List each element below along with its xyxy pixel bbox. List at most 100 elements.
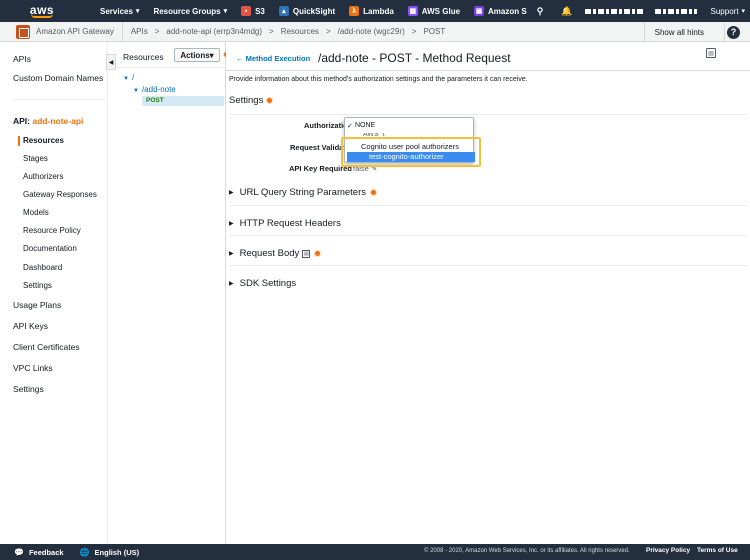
sidebar: APIs Custom Domain Names API: add-note-a… <box>0 42 108 544</box>
resources-panel: Resources Actions ▾ ▼ / ▼/add-note POST <box>116 42 230 544</box>
resource-groups-menu[interactable]: Resource Groups ▾ <box>153 7 227 16</box>
section-request-body[interactable]: ▶ Request Body ▤ <box>229 248 322 259</box>
hint-icon <box>369 189 377 196</box>
chevron-down-icon: ▾ <box>209 50 214 60</box>
language-label: English (US) <box>94 547 140 557</box>
section-url-query-string[interactable]: ▶ URL Query String Parameters <box>229 187 377 198</box>
lambda-icon: λ <box>349 6 360 16</box>
divider <box>229 265 747 266</box>
expand-icon: ▼ <box>123 76 129 82</box>
sidebar-item-dashboard[interactable]: Dashboard <box>23 263 62 272</box>
actions-label: Actions <box>180 50 210 60</box>
quicksight-icon: ▴ <box>278 6 289 16</box>
tree-post-method[interactable]: POST <box>142 96 224 106</box>
breadcrumb-resources[interactable]: Resources <box>281 27 319 36</box>
sidebar-item-stages[interactable]: Stages <box>23 154 48 163</box>
page-title: /add-note - POST - Method Request <box>318 51 511 65</box>
section-sdk-settings-label: SDK Settings <box>239 278 297 289</box>
section-request-body-label: Request Body <box>239 248 300 259</box>
tree-root[interactable]: ▼ / <box>123 73 134 82</box>
actions-button[interactable]: Actions ▾ <box>174 48 220 62</box>
section-sdk-settings[interactable]: ▶ SDK Settings <box>229 278 296 289</box>
pin-icon[interactable]: ⚲ <box>537 6 544 17</box>
shortcut-glue[interactable]: ▦ AWS Glue <box>407 6 460 16</box>
sidebar-item-apis[interactable]: APIs <box>13 54 31 64</box>
breadcrumb-api[interactable]: add-note-api (errp3n4mdg) <box>166 27 262 36</box>
request-validator-label: Request Validat <box>290 143 346 152</box>
expand-icon: ▼ <box>133 88 139 94</box>
method-execution-link[interactable]: ← Method Execution <box>236 54 310 63</box>
language-selector[interactable]: 🌐 English (US) <box>80 548 140 557</box>
aws-logo[interactable]: aws <box>22 0 62 22</box>
breadcrumb-apis[interactable]: APIs <box>131 27 148 36</box>
support-menu[interactable]: Support ▾ <box>711 7 746 16</box>
hint-icon[interactable] <box>265 96 273 104</box>
question-icon: ? <box>727 25 740 39</box>
show-all-hints-button[interactable]: Show all hints <box>643 22 714 42</box>
book-icon[interactable]: ▤ <box>706 48 716 58</box>
section-http-request-headers[interactable]: ▶ HTTP Request Headers <box>229 218 341 229</box>
help-button[interactable]: ? <box>724 23 742 41</box>
resources-header: Resources Actions ▾ <box>116 42 230 68</box>
dropdown-option-none-label: NONE <box>355 122 376 129</box>
divider <box>229 114 747 115</box>
sidebar-item-usage-plans[interactable]: Usage Plans <box>13 300 61 310</box>
main-content: ← Method Execution /add-note - POST - Me… <box>226 42 750 544</box>
resource-groups-label: Resource Groups <box>153 6 221 16</box>
method-execution-label: Method Execution <box>245 54 311 63</box>
shortcut-amazon-s[interactable]: ▣ Amazon S <box>474 6 527 16</box>
dropdown-option-none[interactable]: ✓ NONE <box>347 122 376 130</box>
bell-icon[interactable]: 🔔 <box>561 6 572 17</box>
feedback-label: Feedback <box>28 547 64 557</box>
chevron-down-icon: ▾ <box>223 8 228 15</box>
chevron-down-icon: ▾ <box>135 8 140 15</box>
chevron-right-icon: ▶ <box>229 221 234 227</box>
section-url-query-string-label: URL Query String Parameters <box>239 187 366 198</box>
service-name[interactable]: Amazon API Gateway <box>36 27 114 36</box>
shortcut-lambda[interactable]: λ Lambda <box>349 6 394 16</box>
sidebar-item-api-keys[interactable]: API Keys <box>13 321 48 331</box>
account-menu-redacted[interactable] <box>584 8 643 14</box>
sidebar-item-api-settings[interactable]: Settings <box>23 281 52 290</box>
shortcut-quicksight[interactable]: ▴ QuickSight <box>278 6 336 16</box>
chevron-left-icon: ◀ <box>108 59 114 66</box>
feedback-button[interactable]: 💬 Feedback <box>14 548 64 557</box>
divider <box>13 99 105 100</box>
highlight-box <box>341 137 481 167</box>
api-gateway-icon <box>16 24 30 39</box>
breadcrumb-resource[interactable]: /add-note (wgc29r) <box>338 27 405 36</box>
divider <box>226 70 750 71</box>
api-name: add-note-api <box>32 116 84 126</box>
sidebar-item-resource-policy[interactable]: Resource Policy <box>23 226 81 235</box>
services-menu[interactable]: Services ▾ <box>100 7 139 16</box>
sidebar-item-resources[interactable]: Resources <box>18 136 64 146</box>
terms-of-use-link[interactable]: Terms of Use <box>697 547 738 554</box>
sidebar-item-client-certificates[interactable]: Client Certificates <box>13 342 80 352</box>
sidebar-item-vpc-links[interactable]: VPC Links <box>13 363 53 373</box>
aws-smile-icon <box>31 14 53 18</box>
sidebar-item-models[interactable]: Models <box>23 208 49 217</box>
breadcrumb-bar: Amazon API Gateway APIs > add-note-api (… <box>0 21 750 42</box>
amazon-s-icon: ▣ <box>474 6 485 16</box>
privacy-policy-link[interactable]: Privacy Policy <box>646 547 690 554</box>
copyright-text: © 2008 - 2020, Amazon Web Services, Inc.… <box>424 548 630 554</box>
region-menu-redacted[interactable] <box>654 8 697 14</box>
api-prefix: API: <box>13 116 30 126</box>
divider <box>229 235 747 236</box>
chevron-right-icon: ▶ <box>229 251 234 257</box>
section-http-request-headers-label: HTTP Request Headers <box>239 218 341 229</box>
sidebar-item-authorizers[interactable]: Authorizers <box>23 172 63 181</box>
sidebar-item-settings[interactable]: Settings <box>13 384 44 394</box>
sidebar-item-gateway-responses[interactable]: Gateway Responses <box>23 190 97 199</box>
tree-add-note[interactable]: ▼/add-note <box>133 85 176 94</box>
sidebar-api-title[interactable]: API: add-note-api <box>13 116 83 126</box>
shortcut-quicksight-label: QuickSight <box>292 6 336 16</box>
divider <box>121 21 123 42</box>
tree-root-label: / <box>131 73 135 82</box>
sidebar-item-custom-domain-names[interactable]: Custom Domain Names <box>13 73 103 83</box>
resources-title: Resources <box>123 52 164 62</box>
shortcut-s3[interactable]: ▪ S3 <box>241 6 265 16</box>
chevron-right-icon: > <box>269 27 274 36</box>
sidebar-item-documentation[interactable]: Documentation <box>23 244 77 253</box>
collapse-sidebar-button[interactable]: ◀ <box>106 54 116 70</box>
